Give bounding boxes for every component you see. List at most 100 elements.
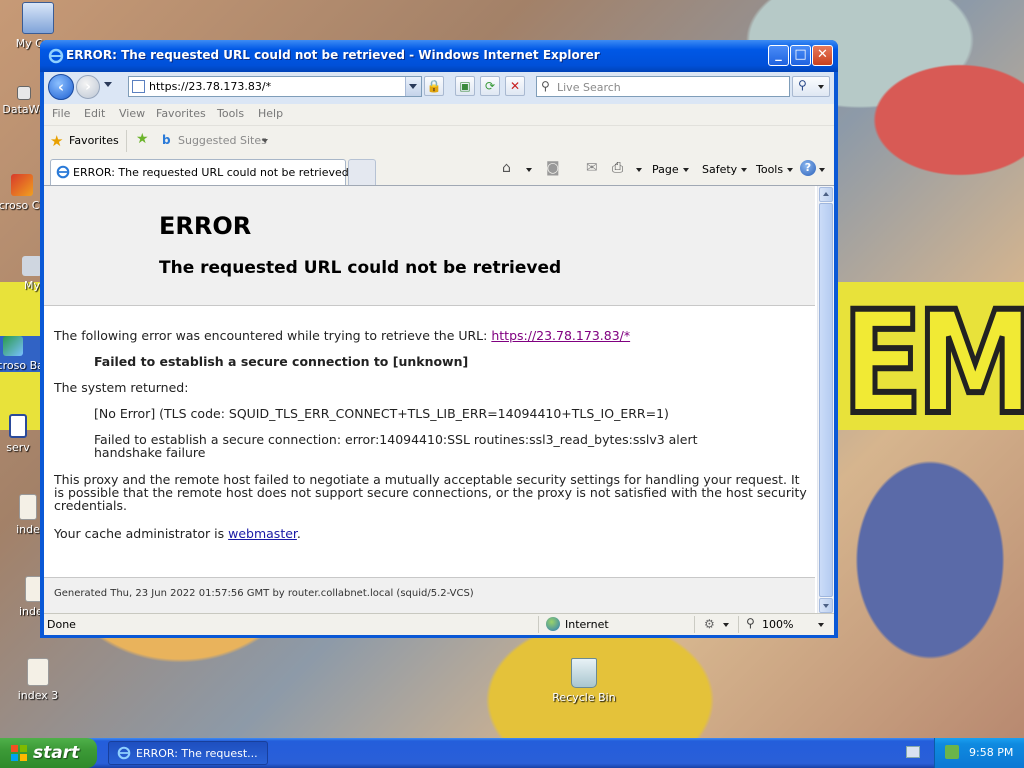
print-dropdown-icon[interactable]: [636, 168, 642, 172]
internet-zone-icon: [546, 617, 560, 631]
bing-icon: b: [162, 133, 171, 147]
taskbar-item-ie[interactable]: ERROR: The request...: [108, 741, 268, 765]
taskbar-item-label: ERROR: The request...: [136, 747, 258, 760]
intro-paragraph: The following error was encountered whil…: [54, 329, 808, 342]
desktop-icon-label: Recycle Bin: [552, 691, 616, 704]
search-input[interactable]: Live Search: [557, 81, 621, 94]
separator: [694, 616, 695, 633]
zoom-icon[interactable]: ⚲: [746, 616, 755, 630]
page-dropdown-icon: [682, 168, 689, 172]
clock[interactable]: 9:58 PM: [969, 746, 1013, 759]
webmaster-link[interactable]: webmaster: [228, 526, 297, 541]
suggested-sites-button[interactable]: Suggested Sites: [178, 134, 267, 147]
feeds-icon[interactable]: ◙: [546, 160, 560, 176]
ie-icon: [56, 165, 70, 179]
ie-icon: [48, 48, 64, 64]
menu-file[interactable]: File: [52, 107, 70, 120]
safety-menu-label: Safety: [702, 163, 738, 176]
search-go-icon: ⚲: [798, 78, 807, 92]
folder-icon: [22, 256, 42, 276]
system-tray: 9:58 PM: [934, 738, 1024, 768]
lock-icon[interactable]: 🔒: [424, 76, 444, 96]
add-to-favorites-icon[interactable]: ★: [136, 131, 149, 147]
search-button[interactable]: ⚲: [792, 76, 830, 97]
security-zone[interactable]: Internet: [565, 618, 609, 631]
status-text: Done: [47, 618, 76, 631]
tab-active[interactable]: ERROR: The requested URL could not be re…: [50, 159, 349, 185]
intro-text: The following error was encountered whil…: [54, 328, 492, 343]
help-dropdown-icon[interactable]: [819, 168, 825, 172]
print-icon[interactable]: ⎙: [612, 160, 623, 176]
zoom-dropdown-icon[interactable]: [818, 623, 824, 627]
taskbar: start ERROR: The request... 9:58 PM: [0, 738, 1024, 768]
tools-menu-button[interactable]: Tools: [756, 163, 794, 176]
start-button[interactable]: start: [0, 738, 97, 768]
recent-pages-dropdown-icon[interactable]: [104, 82, 112, 87]
desktop-icon-recycle-bin[interactable]: Recycle Bin: [544, 658, 624, 704]
desktop-icon-index-3[interactable]: index 3: [0, 658, 78, 702]
shortcut-icon: [17, 86, 31, 100]
desktop-icon-visual-basic[interactable]: Microso Basic: [0, 336, 59, 372]
read-mail-icon[interactable]: ✉: [586, 160, 598, 176]
new-tab-button[interactable]: [348, 159, 376, 185]
page-menu-button[interactable]: Page: [652, 163, 689, 176]
menu-bar: File Edit View Favorites Tools Help: [44, 104, 834, 125]
menu-tools[interactable]: Tools: [217, 107, 244, 120]
separator: [126, 130, 127, 152]
computer-icon: [22, 2, 54, 34]
search-icon: ⚲: [541, 79, 550, 93]
home-icon[interactable]: ⌂: [502, 160, 511, 176]
zoom-level[interactable]: 100%: [762, 618, 793, 631]
page-subheading: The requested URL could not be retrieved: [159, 258, 562, 278]
ssl-error-text: Failed to establish a secure connection:…: [94, 432, 698, 460]
menu-favorites[interactable]: Favorites: [156, 107, 206, 120]
visual-basic-icon: [3, 336, 23, 356]
close-button[interactable]: ✕: [812, 45, 833, 66]
protected-mode-icon[interactable]: ⚙: [704, 617, 715, 631]
scroll-up-icon[interactable]: [819, 187, 833, 202]
requested-url-link[interactable]: https://23.78.173.83/*: [491, 328, 630, 343]
search-box[interactable]: ⚲ Live Search: [536, 76, 790, 97]
page-menu-label: Page: [652, 163, 679, 176]
address-bar[interactable]: https://23.78.173.83/*: [128, 76, 422, 97]
scroll-down-icon[interactable]: [819, 598, 833, 613]
failure-message: Failed to establish a secure connection …: [94, 354, 469, 369]
tab-row: ERROR: The requested URL could not be re…: [44, 155, 834, 185]
menu-view[interactable]: View: [119, 107, 145, 120]
compatibility-view-icon[interactable]: ▣: [455, 76, 475, 96]
forward-button[interactable]: ›: [76, 75, 100, 99]
protected-mode-dropdown-icon[interactable]: [723, 623, 729, 627]
back-button[interactable]: ‹: [48, 74, 74, 100]
scrollbar-thumb[interactable]: [819, 203, 833, 597]
suggested-sites-dropdown-icon[interactable]: [262, 139, 268, 143]
keyboard-icon[interactable]: [906, 746, 920, 758]
admin-text: Your cache administrator is: [54, 526, 229, 541]
address-input[interactable]: https://23.78.173.83/*: [149, 80, 271, 93]
home-dropdown-icon[interactable]: [526, 168, 532, 172]
address-dropdown-icon[interactable]: [405, 77, 421, 96]
search-options-icon[interactable]: [818, 85, 824, 89]
windows-logo-icon: [11, 745, 27, 761]
start-label: start: [33, 743, 80, 763]
page-icon: [132, 80, 145, 93]
menu-edit[interactable]: Edit: [84, 107, 105, 120]
system-returned-label: The system returned:: [54, 380, 189, 395]
menu-help[interactable]: Help: [258, 107, 283, 120]
minimize-button[interactable]: _: [768, 45, 789, 66]
browser-window: ERROR: The requested URL could not be re…: [40, 40, 838, 638]
refresh-icon[interactable]: ⟳: [480, 76, 500, 96]
explanation-paragraph: This proxy and the remote host failed to…: [54, 472, 807, 513]
html-file-icon: [19, 494, 37, 520]
tools-menu-label: Tools: [756, 163, 784, 176]
help-icon[interactable]: ?: [800, 160, 816, 176]
admin-paragraph: Your cache administrator is webmaster.: [54, 527, 808, 540]
admin-suffix: .: [296, 526, 301, 541]
stop-icon[interactable]: ✕: [505, 76, 525, 96]
vertical-scrollbar[interactable]: [817, 186, 834, 614]
maximize-button[interactable]: □: [790, 45, 811, 66]
network-icon[interactable]: [945, 745, 959, 759]
status-bar: Done Internet ⚙ ⚲ 100%: [44, 613, 834, 635]
favorites-button[interactable]: Favorites: [69, 134, 119, 147]
safety-menu-button[interactable]: Safety: [702, 163, 748, 176]
title-bar[interactable]: ERROR: The requested URL could not be re…: [40, 40, 838, 72]
